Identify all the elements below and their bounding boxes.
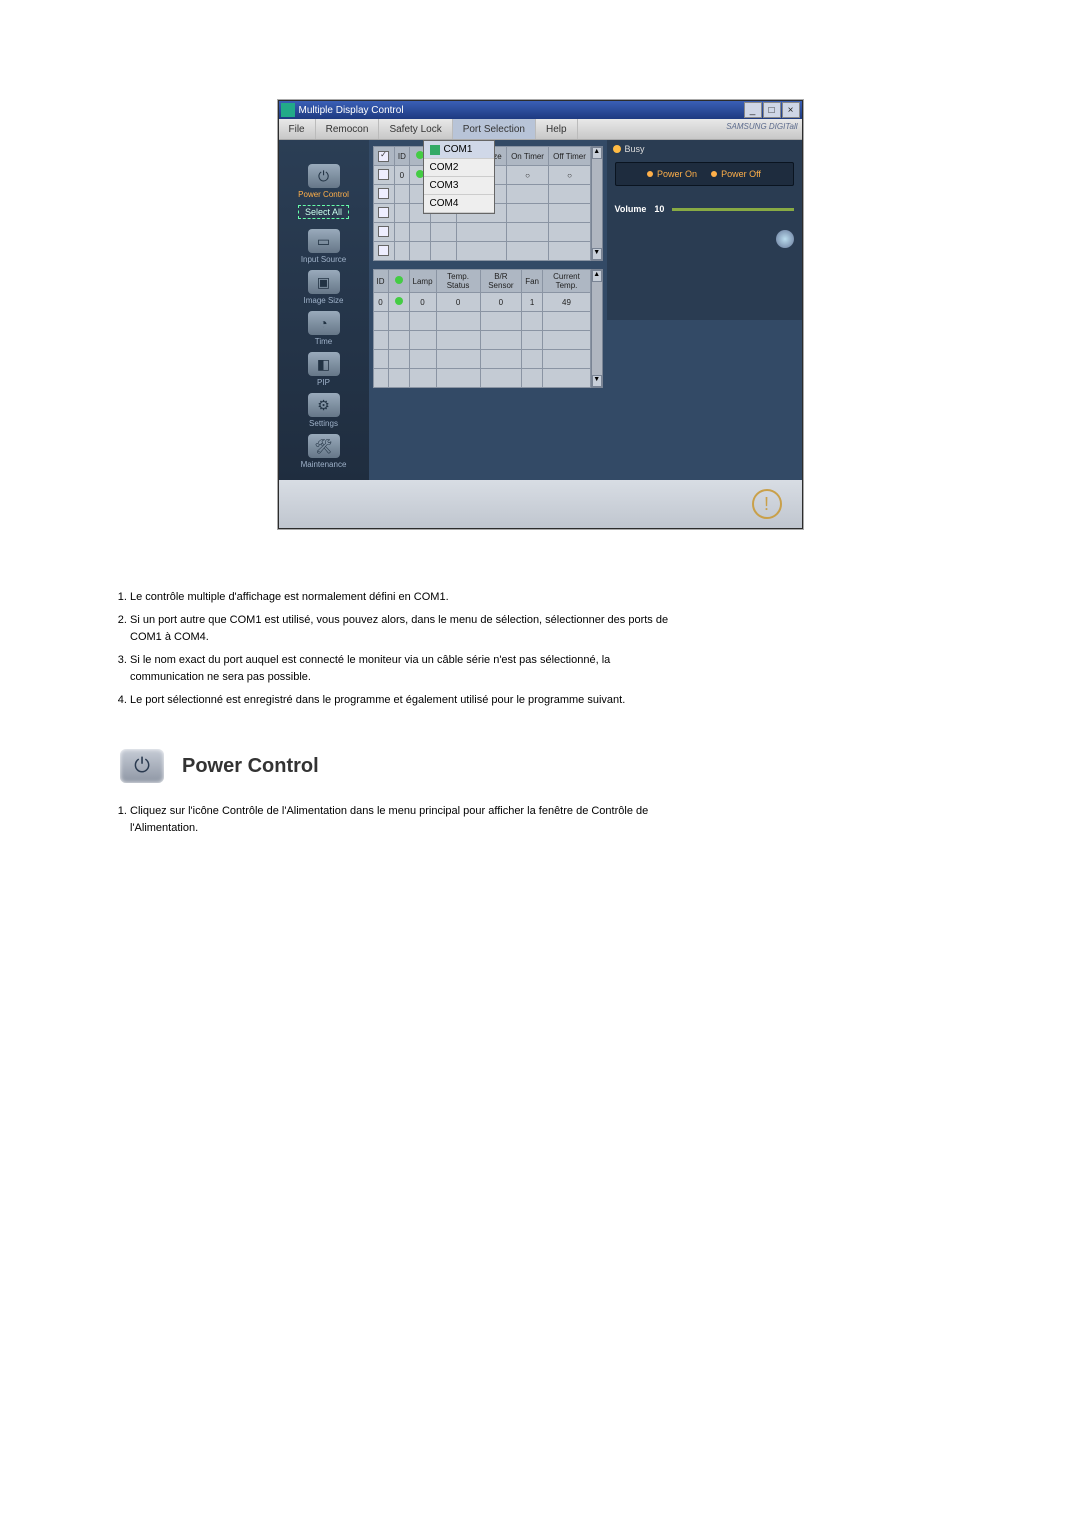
brand-label: SAMSUNG DIGITall (726, 122, 797, 131)
busy-icon (613, 145, 621, 153)
sidebar-item-image-size[interactable]: ▣ Image Size (284, 270, 364, 305)
menu-file[interactable]: File (279, 119, 316, 139)
cell-current-temp: 49 (543, 293, 591, 312)
col-br-sensor: B/R Sensor (480, 270, 522, 293)
clock-icon: ◔ (308, 311, 340, 335)
menubar: File Remocon Safety Lock Port Selection … (279, 119, 802, 140)
port-label: COM3 (430, 180, 459, 191)
row-checkbox[interactable] (378, 169, 389, 180)
gear-icon: ⚙ (308, 393, 340, 417)
col-off-timer: Off Timer (549, 147, 591, 166)
col-on-timer: On Timer (507, 147, 549, 166)
list-item: Le port sélectionné est enregistré dans … (130, 692, 670, 709)
scrollbar[interactable]: ▲ ▼ (591, 146, 603, 261)
port-label: COM2 (430, 162, 459, 173)
row-checkbox[interactable] (378, 226, 389, 237)
list-item: Cliquez sur l'icône Contrôle de l'Alimen… (130, 803, 670, 837)
cell-off-timer: ○ (549, 166, 591, 185)
power-on-button[interactable]: Power On (647, 169, 697, 179)
sidebar: ⏻ Power Control Select All ▭ Input Sourc… (279, 140, 369, 480)
col-id: ID (373, 270, 388, 293)
scroll-up-button[interactable]: ▲ (592, 270, 602, 282)
sidebar-item-settings[interactable]: ⚙ Settings (284, 393, 364, 428)
table-row[interactable]: 0 0 0 0 1 49 (373, 293, 591, 312)
col-lamp: Lamp (409, 270, 436, 293)
port-item-com2[interactable]: COM2 (424, 159, 494, 177)
volume-value: 10 (654, 204, 664, 214)
sidebar-item-input-source[interactable]: ▭ Input Source (284, 229, 364, 264)
menu-safety-lock[interactable]: Safety Lock (379, 119, 452, 139)
doc-list-power: Cliquez sur l'icône Contrôle de l'Alimen… (130, 803, 670, 837)
col-current-temp: Current Temp. (543, 270, 591, 293)
check-icon (430, 145, 440, 155)
image-size-icon: ▣ (308, 270, 340, 294)
sidebar-item-pip[interactable]: ◧ PIP (284, 352, 364, 387)
cell-fan: 1 (522, 293, 543, 312)
menu-remocon[interactable]: Remocon (316, 119, 380, 139)
sidebar-item-maintenance[interactable]: 🛠 Maintenance (284, 434, 364, 469)
col-temp-status: Temp. Status (436, 270, 480, 293)
section-title: Power Control (182, 755, 319, 778)
close-button[interactable]: × (782, 102, 800, 118)
power-icon: ⏻ (120, 749, 164, 783)
menu-port-selection[interactable]: Port Selection (453, 119, 536, 139)
row-checkbox[interactable] (378, 188, 389, 199)
port-item-com4[interactable]: COM4 (424, 195, 494, 213)
volume-label: Volume (615, 204, 647, 214)
maximize-button[interactable]: □ (763, 102, 781, 118)
status-bar: ! (279, 480, 802, 528)
cell-br-sensor: 0 (480, 293, 522, 312)
power-off-button[interactable]: Power Off (711, 169, 761, 179)
power-control-pane: Busy Power On Power Off Volume 10 (607, 140, 802, 320)
titlebar[interactable]: Multiple Display Control _ □ × (279, 101, 802, 119)
window-title: Multiple Display Control (299, 105, 744, 116)
select-all-button[interactable]: Select All (298, 205, 349, 219)
port-item-com1[interactable]: COM1 (424, 141, 494, 159)
cell-temp-status: 0 (436, 293, 480, 312)
col-id: ID (394, 147, 410, 166)
volume-control[interactable]: Volume 10 (615, 204, 794, 214)
scroll-down-button[interactable]: ▼ (592, 248, 602, 260)
wrench-icon: 🛠 (308, 434, 340, 458)
cell-lamp: 0 (409, 293, 436, 312)
menu-help[interactable]: Help (536, 119, 578, 139)
sidebar-item-power-control[interactable]: ⏻ Power Control (284, 164, 364, 199)
status-dot-icon (395, 276, 403, 284)
row-checkbox[interactable] (378, 207, 389, 218)
port-selection-dropdown[interactable]: COM1 COM2 COM3 COM4 (423, 140, 495, 214)
power-icon: ⏻ (308, 164, 340, 188)
port-label: COM4 (430, 198, 459, 209)
row-checkbox[interactable] (378, 245, 389, 256)
alert-icon: ! (752, 489, 782, 519)
list-item: Si le nom exact du port auquel est conne… (130, 652, 670, 686)
speaker-icon[interactable] (776, 230, 794, 248)
cell-id: 0 (373, 293, 388, 312)
busy-indicator: Busy (613, 144, 645, 154)
doc-list-ports: Le contrôle multiple d'affichage est nor… (130, 589, 670, 709)
pip-icon: ◧ (308, 352, 340, 376)
list-item: Si un port autre que COM1 est utilisé, v… (130, 612, 670, 646)
status-dot-icon (395, 297, 403, 305)
port-label: COM1 (444, 144, 473, 155)
input-icon: ▭ (308, 229, 340, 253)
volume-slider[interactable] (672, 208, 793, 211)
cell-id: 0 (394, 166, 410, 185)
table-row[interactable] (373, 223, 591, 242)
checkbox-header[interactable] (378, 151, 389, 162)
app-icon (281, 103, 295, 117)
scroll-up-button[interactable]: ▲ (592, 147, 602, 159)
sidebar-item-time[interactable]: ◔ Time (284, 311, 364, 346)
col-fan: Fan (522, 270, 543, 293)
list-item: Le contrôle multiple d'affichage est nor… (130, 589, 670, 606)
section-heading: ⏻ Power Control (120, 749, 1020, 783)
cell-on-timer: ○ (507, 166, 549, 185)
port-item-com3[interactable]: COM3 (424, 177, 494, 195)
app-window: Multiple Display Control _ □ × File Remo… (278, 100, 803, 529)
minimize-button[interactable]: _ (744, 102, 762, 118)
table-row[interactable] (373, 242, 591, 261)
